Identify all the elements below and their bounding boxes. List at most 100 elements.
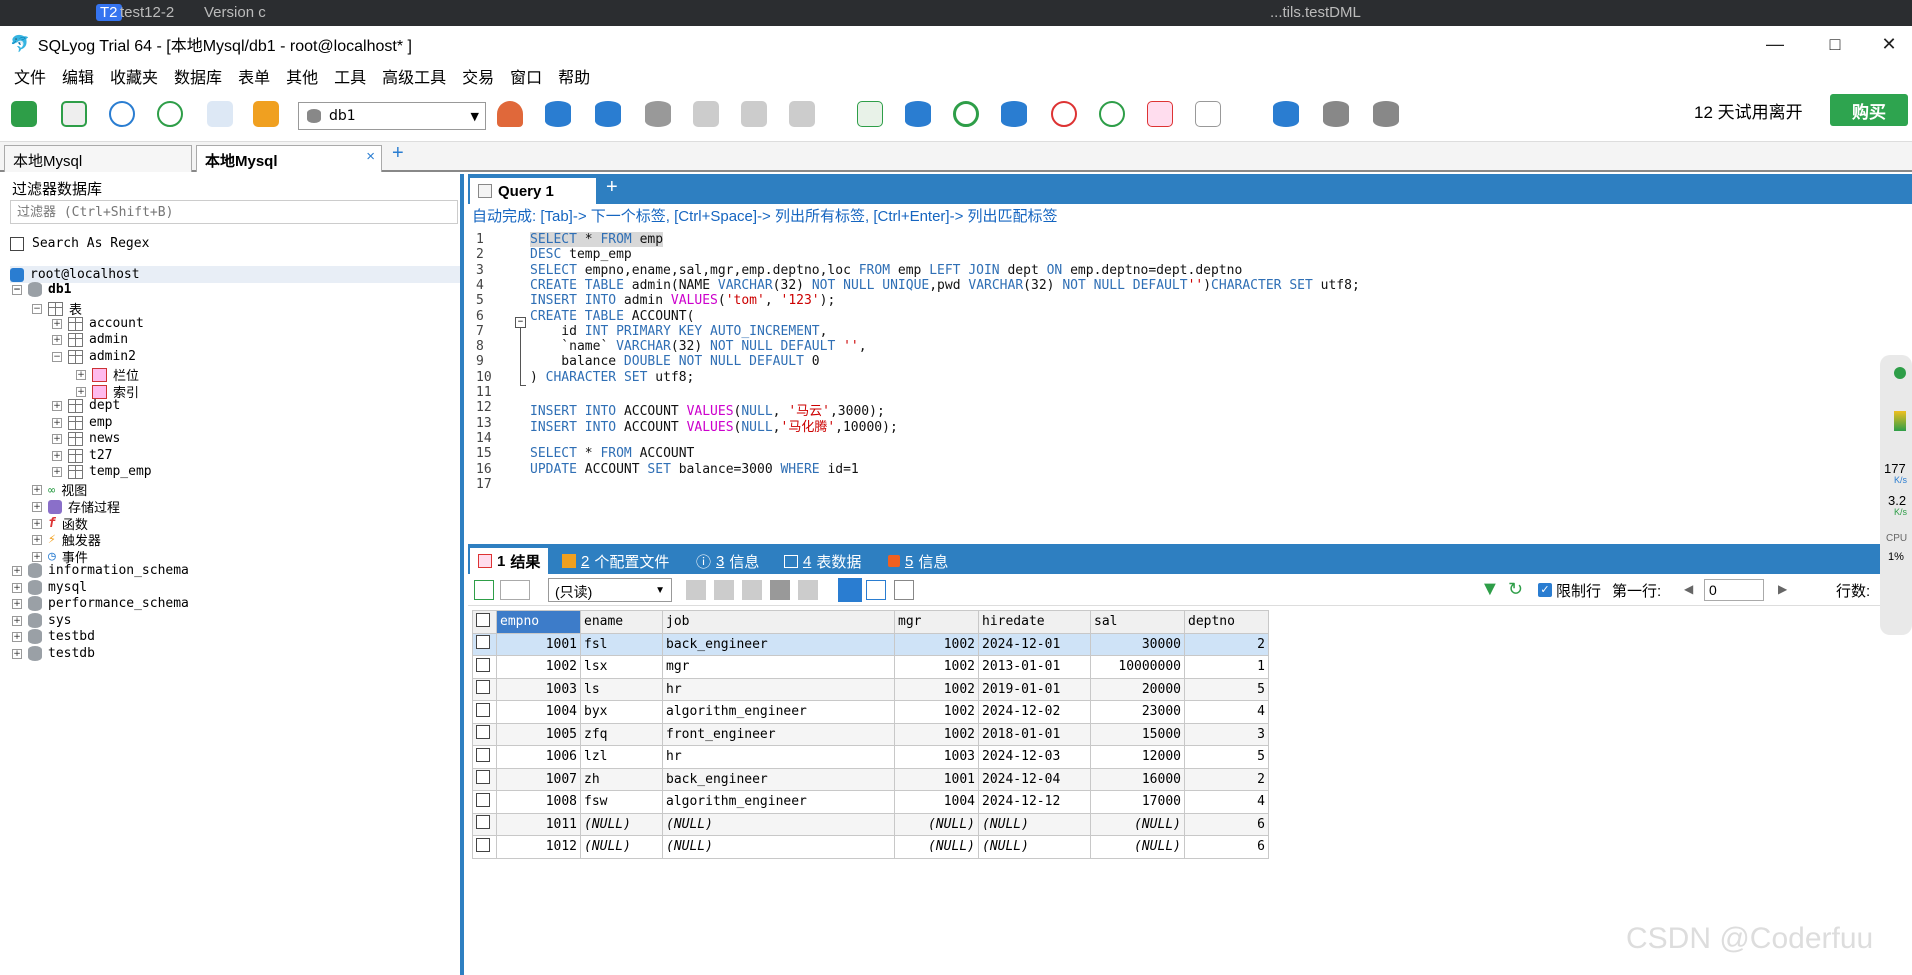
- code-line[interactable]: CREATE TABLE admin(NAME VARCHAR(32) NOT …: [530, 278, 1360, 293]
- row-checkbox[interactable]: [476, 815, 490, 830]
- cell-hiredate[interactable]: 2024-12-03: [978, 745, 1091, 769]
- close-button[interactable]: ✕: [1860, 26, 1912, 62]
- cancel-icon[interactable]: [798, 580, 818, 600]
- expand-icon[interactable]: +: [12, 598, 22, 609]
- row-select-cell[interactable]: [472, 700, 497, 724]
- tree-table-admin2[interactable]: − admin2: [52, 349, 136, 364]
- table-row[interactable]: 1002 lsx mgr 1002 2013-01-01 10000000 1: [472, 655, 1269, 679]
- cell-mgr[interactable]: 1002: [894, 700, 979, 724]
- cell-job[interactable]: algorithm_engineer: [662, 790, 895, 814]
- cell-ename[interactable]: fsl: [580, 632, 663, 656]
- col-header-job[interactable]: job: [662, 610, 895, 634]
- cell-hiredate[interactable]: 2024-12-04: [978, 767, 1091, 791]
- expand-icon[interactable]: +: [32, 551, 42, 562]
- cell-deptno[interactable]: 2: [1184, 632, 1269, 656]
- code-line[interactable]: DESC temp_emp: [530, 247, 632, 262]
- code-line[interactable]: INSERT INTO ACCOUNT VALUES(NULL,'马化腾',10…: [530, 416, 898, 435]
- cell-sal[interactable]: 30000: [1090, 632, 1185, 656]
- result-tab-profile[interactable]: 2 个配置文件: [562, 548, 669, 574]
- scheduler-icon[interactable]: [1046, 96, 1082, 132]
- refresh-icon[interactable]: ↻: [1508, 579, 1523, 600]
- cell-sal[interactable]: 20000: [1090, 677, 1185, 701]
- cell-sal[interactable]: 17000: [1090, 790, 1185, 814]
- connect-icon[interactable]: [6, 96, 42, 132]
- menu-help[interactable]: 帮助: [558, 64, 590, 88]
- prev-page-icon[interactable]: ◀: [1684, 582, 1693, 596]
- code-line[interactable]: balance DOUBLE NOT NULL DEFAULT 0: [530, 354, 819, 369]
- row-select-cell[interactable]: [472, 835, 497, 859]
- expand-icon[interactable]: +: [76, 369, 86, 380]
- table-row[interactable]: 1007 zh back_engineer 1001 2024-12-04 16000 2: [472, 767, 1269, 791]
- code-line[interactable]: INSERT INTO admin VALUES('tom', '123');: [530, 293, 835, 308]
- row-select-cell[interactable]: [472, 632, 497, 656]
- code-line[interactable]: SELECT * FROM ACCOUNT: [530, 446, 694, 461]
- table-row[interactable]: 1011 (NULL) (NULL) (NULL) (NULL) (NULL) 6: [472, 812, 1269, 836]
- menu-tools[interactable]: 工具: [334, 64, 366, 88]
- cell-deptno[interactable]: 6: [1184, 812, 1269, 836]
- cell-deptno[interactable]: 1: [1184, 655, 1269, 679]
- menu-favorites[interactable]: 收藏夹: [110, 64, 158, 88]
- save-icon[interactable]: [742, 580, 762, 600]
- backup-db-icon[interactable]: [590, 96, 626, 132]
- menu-advanced-tools[interactable]: 高级工具: [382, 64, 446, 88]
- row-checkbox[interactable]: [476, 635, 490, 650]
- checklist-icon[interactable]: [852, 96, 888, 132]
- text-view-icon[interactable]: [894, 580, 914, 600]
- expand-icon[interactable]: +: [76, 386, 86, 397]
- cell-empno[interactable]: 1002: [496, 655, 581, 679]
- result-tab-info[interactable]: ⓘ 3 信息: [696, 548, 759, 574]
- import-db-icon[interactable]: [996, 96, 1032, 132]
- cell-mgr[interactable]: 1002: [894, 677, 979, 701]
- result-tab-result[interactable]: 1 结果: [470, 548, 549, 574]
- cell-empno[interactable]: 1001: [496, 632, 581, 656]
- tree-table-emp[interactable]: + emp: [52, 415, 112, 430]
- cell-deptno[interactable]: 4: [1184, 700, 1269, 724]
- cell-job[interactable]: (NULL): [662, 835, 895, 859]
- refresh-icon[interactable]: [948, 96, 984, 132]
- row-select-cell[interactable]: [472, 767, 497, 791]
- cell-ename[interactable]: lzl: [580, 745, 663, 769]
- menu-table[interactable]: 表单: [238, 64, 270, 88]
- fold-collapse-icon[interactable]: −: [515, 317, 526, 328]
- result-tab-info2[interactable]: 5 信息: [888, 548, 948, 574]
- cell-job[interactable]: algorithm_engineer: [662, 700, 895, 724]
- row-select-cell[interactable]: [472, 812, 497, 836]
- cell-ename[interactable]: byx: [580, 700, 663, 724]
- code-line[interactable]: UPDATE ACCOUNT SET balance=3000 WHERE id…: [530, 462, 859, 477]
- connection-tab-1[interactable]: 本地Mysql: [4, 145, 192, 172]
- cell-deptno[interactable]: 6: [1184, 835, 1269, 859]
- code-line[interactable]: id INT PRIMARY KEY AUTO_INCREMENT,: [530, 324, 827, 339]
- result-mode-select[interactable]: (只读) ▼: [548, 578, 672, 602]
- tree-db-performance-schema[interactable]: + performance_schema: [12, 596, 189, 611]
- tree-db-mysql[interactable]: + mysql: [12, 580, 87, 595]
- expand-icon[interactable]: +: [52, 417, 62, 428]
- cell-empno[interactable]: 1007: [496, 767, 581, 791]
- tree-table-account[interactable]: + account: [52, 316, 144, 331]
- db-compare-icon[interactable]: [1318, 96, 1354, 132]
- tree-root-connection[interactable]: root@localhost: [10, 266, 460, 283]
- cell-ename[interactable]: zh: [580, 767, 663, 791]
- col-header-sal[interactable]: sal: [1090, 610, 1185, 634]
- cell-deptno[interactable]: 5: [1184, 745, 1269, 769]
- cell-mgr[interactable]: (NULL): [894, 812, 979, 836]
- cell-ename[interactable]: lsx: [580, 655, 663, 679]
- db-tools-icon[interactable]: [1368, 96, 1404, 132]
- cell-ename[interactable]: zfq: [580, 722, 663, 746]
- expand-icon[interactable]: +: [12, 582, 22, 593]
- tree-table-news[interactable]: + news: [52, 431, 120, 446]
- cell-empno[interactable]: 1003: [496, 677, 581, 701]
- collapse-icon[interactable]: −: [12, 284, 22, 295]
- col-header-hiredate[interactable]: hiredate: [978, 610, 1091, 634]
- tree-table-t27[interactable]: + t27: [52, 448, 112, 463]
- connection-tab-2[interactable]: 本地Mysql ×: [196, 145, 382, 172]
- execute-query-icon[interactable]: [104, 96, 140, 132]
- query-tab[interactable]: Query 1: [470, 178, 596, 204]
- cell-sal[interactable]: 10000000: [1090, 655, 1185, 679]
- cell-job[interactable]: hr: [662, 745, 895, 769]
- expand-icon[interactable]: +: [52, 334, 62, 345]
- cell-ename[interactable]: (NULL): [580, 812, 663, 836]
- menu-file[interactable]: 文件: [14, 64, 46, 88]
- menu-window[interactable]: 窗口: [510, 64, 542, 88]
- row-checkbox[interactable]: [476, 657, 490, 672]
- cell-ename[interactable]: ls: [580, 677, 663, 701]
